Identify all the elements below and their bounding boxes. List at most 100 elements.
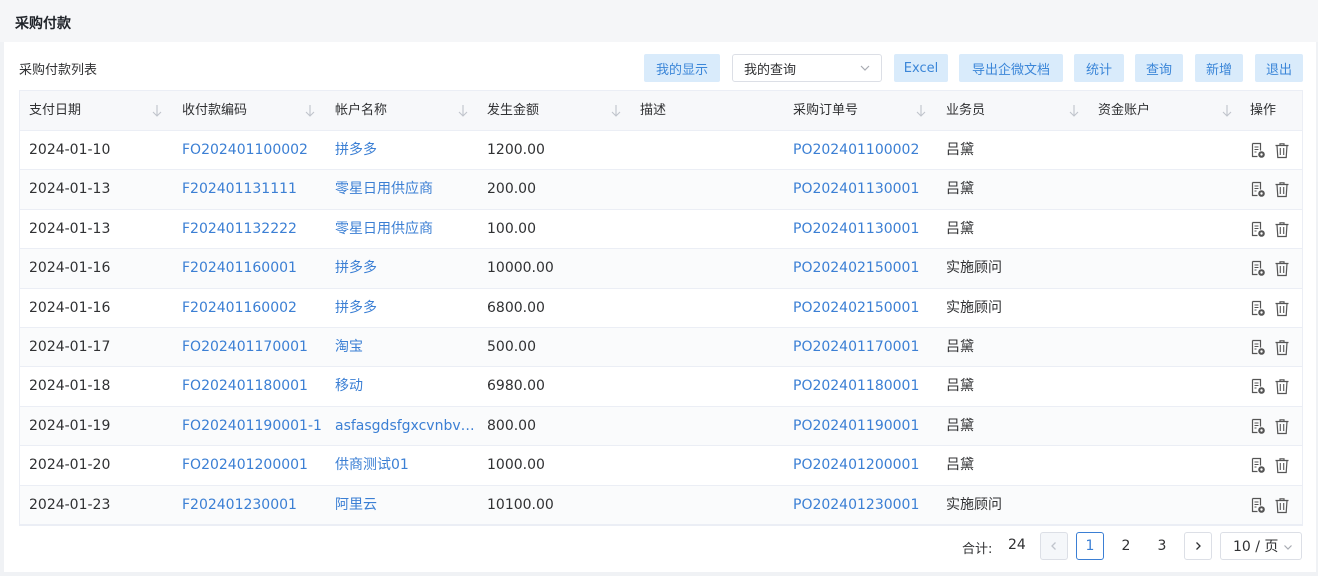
trash-icon[interactable] [1274,300,1290,317]
sort-icon[interactable] [304,104,316,118]
view-doc-icon[interactable] [1250,339,1266,356]
table-row: 2024-01-10 FO202401100002 拼多多 1200.00 PO2024… [20,131,1302,171]
page-2[interactable]: 2 [1112,532,1140,560]
prev-page-button[interactable] [1040,532,1068,560]
page-size-select[interactable]: 10 / 页 [1220,532,1302,560]
header-pay-date[interactable]: 支付日期 [29,91,81,131]
stats-button[interactable]: 统计 [1074,54,1124,82]
view-doc-icon[interactable] [1250,418,1266,435]
cell-po[interactable]: PO202402150001 [793,249,938,288]
my-display-button[interactable]: 我的显示 [644,54,720,82]
cell-salesman: 吕黛 [946,378,974,395]
header-amount[interactable]: 发生金额 [487,91,539,131]
cell-code[interactable]: F202401160002 [182,289,327,328]
chevron-right-icon [1196,542,1201,550]
sort-icon[interactable] [1068,104,1080,118]
header-salesman[interactable]: 业务员 [946,91,985,131]
trash-icon[interactable] [1274,221,1290,238]
cell-code[interactable]: FO202401200001 [182,446,327,485]
sort-icon[interactable] [610,104,622,118]
header-po[interactable]: 采购订单号 [793,91,858,131]
cell-account[interactable]: 供商测试01 [335,446,480,485]
sort-icon[interactable] [457,104,469,118]
cell-po[interactable]: PO202401190001 [793,407,938,446]
trash-icon[interactable] [1274,339,1290,356]
next-page-button[interactable] [1184,532,1212,560]
trash-icon[interactable] [1274,142,1290,159]
cell-pay-date: 2024-01-17 [29,338,111,355]
cell-pay-date: 2024-01-23 [29,496,111,513]
page-3[interactable]: 3 [1148,532,1176,560]
header-desc: 描述 [640,103,667,118]
trash-icon[interactable] [1274,497,1290,514]
table-body: 2024-01-10 FO202401100002 拼多多 1200.00 PO2024… [20,131,1302,525]
cell-po[interactable]: PO202401180001 [793,367,938,406]
view-doc-icon[interactable] [1250,181,1266,198]
cell-po[interactable]: PO202402150001 [793,289,938,328]
cell-code[interactable]: FO202401170001 [182,328,327,367]
cell-account[interactable]: 移动 [335,367,480,406]
row-actions [1250,142,1290,159]
chevron-down-icon [860,65,870,71]
cell-code[interactable]: FO202401180001 [182,367,327,406]
sort-icon[interactable] [1221,104,1233,118]
pagination: 合计: 24 1 2 3 10 / 页 [4,532,1316,560]
add-button[interactable]: 新增 [1195,54,1243,82]
cell-pay-date: 2024-01-13 [29,181,111,198]
header-actions: 操作 [1250,103,1277,118]
total-count: 24 [1008,537,1026,553]
sort-icon[interactable] [151,104,163,118]
header-account[interactable]: 帐户名称 [335,91,387,131]
exit-button[interactable]: 退出 [1255,54,1303,82]
cell-pay-date: 2024-01-16 [29,260,111,277]
cell-pay-date: 2024-01-16 [29,299,111,316]
page-size-value: 10 / 页 [1233,539,1279,555]
cell-po[interactable]: PO202401230001 [793,486,938,525]
trash-icon[interactable] [1274,418,1290,435]
view-doc-icon[interactable] [1250,260,1266,277]
list-title: 采购付款列表 [19,63,98,78]
my-query-select[interactable]: 我的查询 [732,54,882,82]
cell-account[interactable]: 拼多多 [335,249,480,288]
view-doc-icon[interactable] [1250,300,1266,317]
cell-po[interactable]: PO202401130001 [793,210,938,249]
header-code[interactable]: 收付款编码 [182,91,247,131]
cell-code[interactable]: F202401132222 [182,210,327,249]
excel-button[interactable]: Excel [894,54,948,82]
content-card: 采购付款列表 我的显示 我的查询 Excel 导出企微文档 统计 查询 新增 退… [4,42,1316,572]
view-doc-icon[interactable] [1250,457,1266,474]
export-wecom-button[interactable]: 导出企微文档 [959,54,1063,82]
cell-account[interactable]: 拼多多 [335,289,480,328]
cell-account[interactable]: 淘宝 [335,328,480,367]
cell-code[interactable]: F202401230001 [182,486,327,525]
cell-account[interactable]: 拼多多 [335,131,480,170]
trash-icon[interactable] [1274,457,1290,474]
search-button[interactable]: 查询 [1135,54,1183,82]
cell-code[interactable]: FO202401100002 [182,131,327,170]
cell-account[interactable]: 阿里云 [335,486,480,525]
cell-po[interactable]: PO202401100002 [793,131,938,170]
cell-code[interactable]: FO202401190001-1 [182,407,327,446]
cell-code[interactable]: F202401160001 [182,249,327,288]
cell-salesman: 吕黛 [946,220,974,237]
cell-salesman: 吕黛 [946,417,974,434]
view-doc-icon[interactable] [1250,497,1266,514]
page-1[interactable]: 1 [1076,532,1104,560]
trash-icon[interactable] [1274,260,1290,277]
cell-po[interactable]: PO202401170001 [793,328,938,367]
header-fund-account[interactable]: 资金账户 [1098,91,1150,131]
chevron-down-icon [1284,545,1292,550]
cell-account[interactable]: 零星日用供应商 [335,170,480,209]
trash-icon[interactable] [1274,181,1290,198]
cell-po[interactable]: PO202401200001 [793,446,938,485]
sort-icon[interactable] [915,104,927,118]
cell-account[interactable]: asfasgdsfgxcvnbvc... [335,407,480,446]
cell-pay-date: 2024-01-19 [29,417,111,434]
cell-po[interactable]: PO202401130001 [793,170,938,209]
view-doc-icon[interactable] [1250,142,1266,159]
trash-icon[interactable] [1274,378,1290,395]
view-doc-icon[interactable] [1250,378,1266,395]
view-doc-icon[interactable] [1250,221,1266,238]
cell-account[interactable]: 零星日用供应商 [335,210,480,249]
cell-code[interactable]: F202401131111 [182,170,327,209]
